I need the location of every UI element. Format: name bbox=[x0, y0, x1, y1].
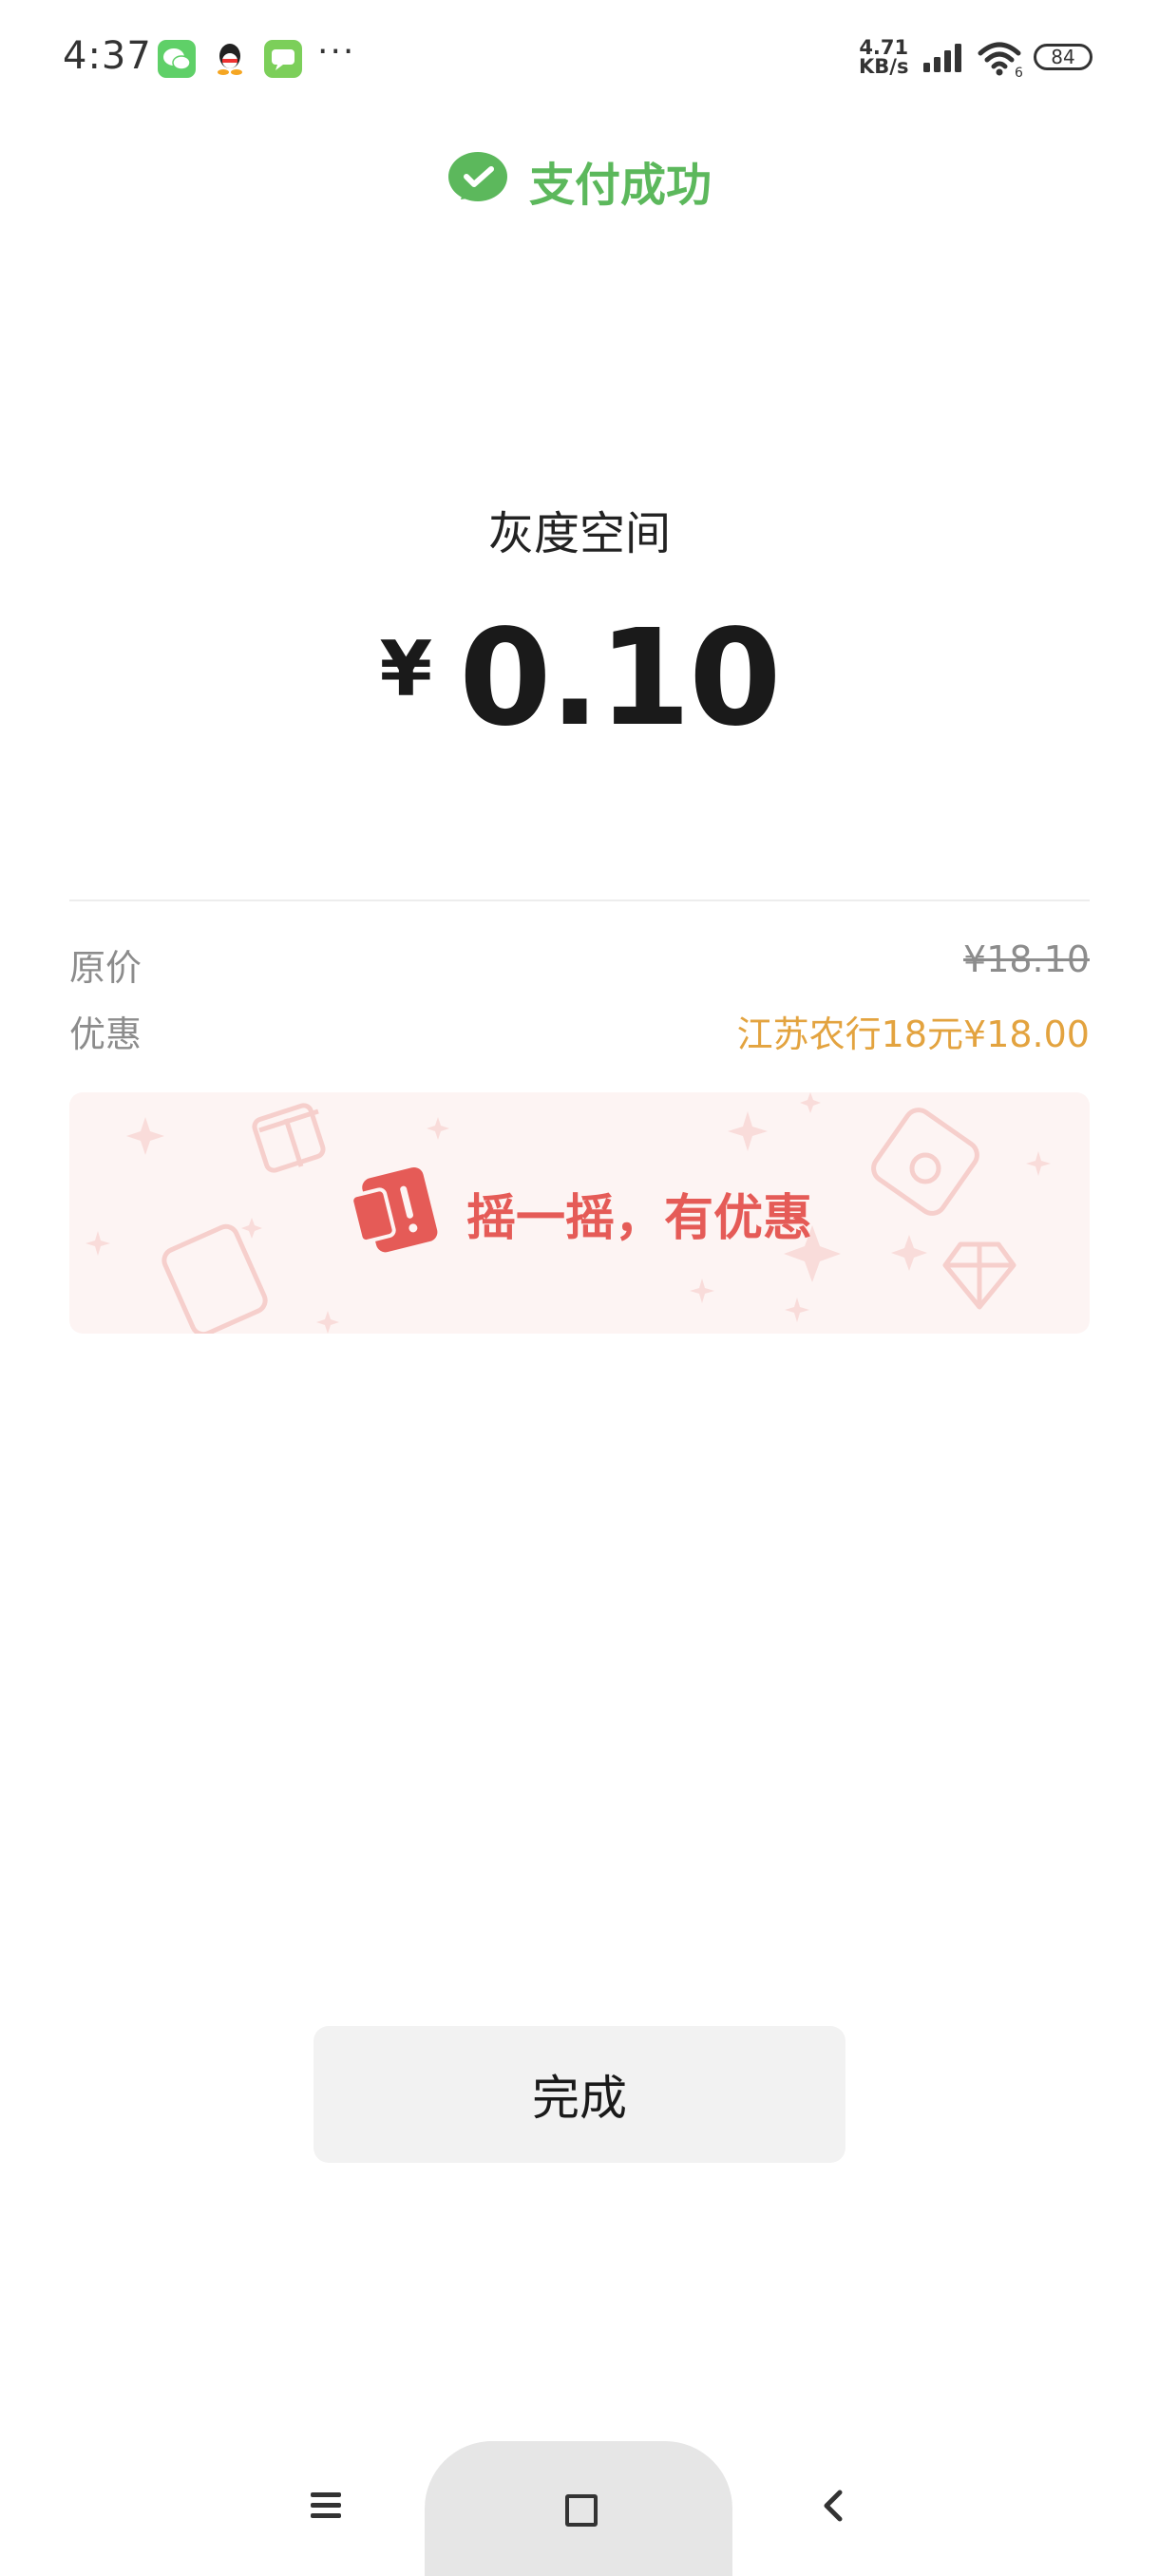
done-button[interactable]: 完成 bbox=[314, 2026, 846, 2163]
battery-indicator: 84 bbox=[1034, 44, 1092, 70]
signal-icon bbox=[922, 42, 965, 78]
original-price-label: 原价 bbox=[69, 947, 142, 989]
home-icon[interactable] bbox=[565, 2494, 598, 2527]
messages-notification-icon bbox=[264, 40, 302, 78]
shake-icon bbox=[347, 1160, 442, 1267]
success-title: 支付成功 bbox=[528, 159, 712, 212]
divider bbox=[69, 900, 1090, 901]
network-speed: 4.71 KB/s bbox=[859, 36, 909, 78]
qq-notification-icon bbox=[211, 40, 249, 78]
wechat-pay-icon bbox=[447, 150, 508, 211]
payment-success-header: 支付成功 bbox=[0, 147, 1159, 214]
promo-content: 摇一摇，有优惠 bbox=[69, 1092, 1090, 1334]
promo-label: 摇一摇，有优惠 bbox=[466, 1189, 812, 1247]
currency-symbol: ¥ bbox=[379, 625, 433, 713]
original-price-value: ¥18.10 bbox=[963, 938, 1090, 980]
amount-value: 0.10 bbox=[459, 601, 781, 756]
payment-amount: ¥ 0.10 bbox=[0, 608, 1159, 750]
merchant-name: 灰度空间 bbox=[487, 507, 671, 560]
shake-promo-banner[interactable]: 摇一摇，有优惠 bbox=[69, 1092, 1090, 1334]
status-time: 4:37 bbox=[63, 34, 152, 78]
wifi-icon: 6 bbox=[977, 40, 1026, 82]
svg-text:6: 6 bbox=[1015, 66, 1023, 78]
more-notifications: ··· bbox=[317, 32, 356, 71]
wechat-notification-icon bbox=[158, 40, 196, 78]
back-icon[interactable] bbox=[817, 2489, 851, 2527]
discount-value: 江苏农行18元¥18.00 bbox=[736, 1013, 1090, 1055]
menu-icon[interactable] bbox=[309, 2489, 343, 2523]
discount-label: 优惠 bbox=[69, 1013, 142, 1055]
